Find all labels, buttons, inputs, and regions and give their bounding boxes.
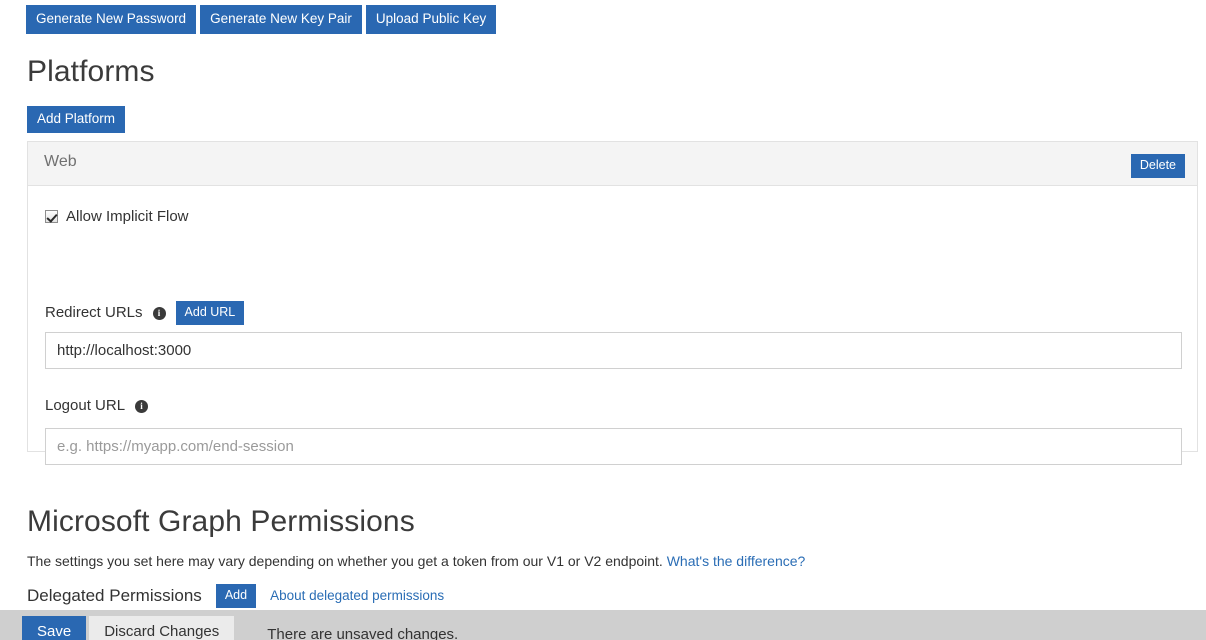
whats-the-difference-link[interactable]: What's the difference? xyxy=(667,553,806,569)
generate-new-key-pair-button[interactable]: Generate New Key Pair xyxy=(200,5,362,34)
platforms-section-title: Platforms xyxy=(27,55,155,88)
allow-implicit-flow-checkbox[interactable] xyxy=(45,210,58,223)
delete-platform-button[interactable]: Delete xyxy=(1130,154,1185,178)
upload-public-key-button[interactable]: Upload Public Key xyxy=(365,5,497,34)
graph-permissions-title: Microsoft Graph Permissions xyxy=(27,505,415,538)
logout-url-input[interactable] xyxy=(45,428,1182,465)
redirect-urls-label-row: Redirect URLs i Add URL xyxy=(45,301,245,325)
about-delegated-permissions-link[interactable]: About delegated permissions xyxy=(270,588,444,603)
allow-implicit-flow-row[interactable]: Allow Implicit Flow xyxy=(45,208,189,225)
generate-new-password-button[interactable]: Generate New Password xyxy=(26,5,197,34)
add-platform-button[interactable]: Add Platform xyxy=(27,106,126,133)
discard-changes-button[interactable]: Discard Changes xyxy=(89,616,235,640)
redirect-urls-label: Redirect URLs xyxy=(45,304,143,322)
credentials-action-row: Generate New Password Generate New Key P… xyxy=(26,5,497,34)
graph-permissions-description: The settings you set here may vary depen… xyxy=(27,553,805,569)
info-icon-glyph: i xyxy=(157,307,161,318)
platform-panel-title: Web xyxy=(44,153,77,170)
logout-url-label: Logout URL xyxy=(45,397,126,414)
add-url-button[interactable]: Add URL xyxy=(175,301,245,325)
save-button[interactable]: Save xyxy=(22,616,87,640)
redirect-url-input[interactable] xyxy=(45,332,1182,369)
delegated-permissions-label: Delegated Permissions xyxy=(27,585,202,605)
save-bar-inner: Save Discard Changes There are unsaved c… xyxy=(0,610,458,640)
unsaved-changes-status: There are unsaved changes. xyxy=(267,625,459,640)
platform-panel-web: Web Delete Allow Implicit Flow Redirect … xyxy=(27,141,1198,465)
logout-url-label-row: Logout URL i xyxy=(45,397,149,414)
delegated-permissions-row: Delegated Permissions Add About delegate… xyxy=(27,584,444,608)
info-icon[interactable]: i xyxy=(152,307,166,321)
graph-permissions-description-text: The settings you set here may vary depen… xyxy=(27,553,663,569)
add-delegated-permission-button[interactable]: Add xyxy=(215,584,257,608)
info-icon[interactable]: i xyxy=(135,400,149,413)
info-icon-glyph: i xyxy=(140,400,143,411)
app-page: Generate New Password Generate New Key P… xyxy=(0,0,1206,640)
platform-panel-header: Web Delete xyxy=(28,142,1197,186)
allow-implicit-flow-label[interactable]: Allow Implicit Flow xyxy=(66,208,189,225)
save-bar: Save Discard Changes There are unsaved c… xyxy=(0,610,1206,640)
